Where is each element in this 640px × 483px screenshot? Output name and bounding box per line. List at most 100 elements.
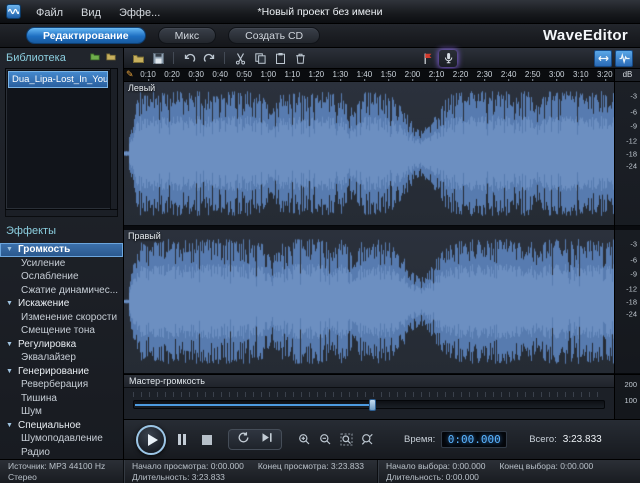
effects-tree-item[interactable]: ▼ Генерирование <box>0 365 123 379</box>
effects-tree-item[interactable]: Сжатие динамичес... <box>0 284 123 298</box>
db-scale-label: -6 <box>630 108 637 117</box>
timeline-ruler[interactable]: ✎ 0:100:200:300:400:501:001:101:201:301:… <box>124 69 614 82</box>
delete-button[interactable] <box>291 50 309 67</box>
tree-expand-icon: ▼ <box>6 341 14 348</box>
db-scale-left: -3-6-9-12-18-24 <box>615 82 640 226</box>
ruler-tick: 2:10 <box>429 70 445 82</box>
undo-button[interactable] <box>180 50 198 67</box>
time-display[interactable]: 0:00.000 <box>441 431 507 448</box>
stop-button[interactable] <box>198 431 216 449</box>
effects-tree-item[interactable]: Эквалайзер <box>0 351 123 365</box>
time-label: Время: <box>404 434 435 445</box>
effects-tree-label: Усиление <box>21 258 65 269</box>
marker-flag-button[interactable] <box>419 50 437 67</box>
save-button[interactable] <box>149 50 167 67</box>
library-horizontal-scrollbar[interactable] <box>5 210 118 217</box>
edit-marker-icon[interactable]: ✎ <box>126 69 134 80</box>
cut-icon <box>234 52 247 65</box>
fit-width-button[interactable] <box>594 50 612 67</box>
menu-item[interactable]: Вид <box>72 5 110 21</box>
effects-tree-item[interactable]: ▼ Громкость <box>0 243 123 257</box>
wave-view-button[interactable] <box>615 50 633 67</box>
waveform-right[interactable] <box>124 230 614 373</box>
effects-tree-label: Эквалайзер <box>21 352 76 363</box>
open-folder-icon[interactable] <box>105 51 117 65</box>
db-scale-label: -18 <box>626 297 637 306</box>
effects-tree-item[interactable]: Радио <box>0 446 123 460</box>
open-button[interactable] <box>129 50 147 67</box>
effects-tree-item[interactable]: Тишина <box>0 392 123 406</box>
effects-tree-item[interactable]: ▼ Регулировка <box>0 338 123 352</box>
library-list[interactable]: Dua_Lipa-Lost_In_Your... <box>5 68 118 210</box>
db-scale-label: -12 <box>626 136 637 145</box>
effects-tree-item[interactable]: Усиление <box>0 257 123 271</box>
effects-tree-label: Изменение скорости <box>21 312 117 323</box>
channel-right[interactable]: Правый <box>124 230 614 374</box>
master-scale: 200 100 <box>615 374 640 419</box>
ruler-tick: 0:40 <box>212 70 228 82</box>
menu-item[interactable]: Эффе... <box>110 5 169 21</box>
effects-tree-label: Генерирование <box>18 366 89 377</box>
menu-bar: ФайлВидЭффе... <box>27 3 169 21</box>
tab[interactable]: Создать CD <box>228 27 320 44</box>
zoom-out-icon <box>319 433 332 446</box>
effects-tree-label: Регулировка <box>18 339 76 350</box>
status-selection: Начало выбора: 0:00.000 Конец выбора: 0:… <box>378 460 640 483</box>
fit-width-icon <box>597 52 610 65</box>
app-icon <box>6 4 21 19</box>
master-volume-thumb[interactable] <box>369 399 376 411</box>
menu-item[interactable]: Файл <box>27 5 72 21</box>
effects-title: Эффекты <box>6 225 56 237</box>
mode-tabs: Редактирование Микс Создать CD <box>26 27 320 44</box>
paste-button[interactable] <box>271 50 289 67</box>
cut-button[interactable] <box>231 50 249 67</box>
redo-button[interactable] <box>200 50 218 67</box>
channel-left[interactable]: Левый <box>124 82 614 226</box>
zoom-controls <box>296 431 376 448</box>
editor-toolbar <box>124 48 640 69</box>
marker-flag-icon <box>422 52 435 65</box>
record-mic-button[interactable] <box>439 50 457 67</box>
effects-tree-item[interactable]: Шумоподавление <box>0 432 123 446</box>
waveform-left[interactable] <box>124 82 614 225</box>
loop-button[interactable] <box>237 431 250 449</box>
pause-button[interactable] <box>173 431 191 449</box>
effects-tree-item[interactable]: ▼ Искажение <box>0 297 123 311</box>
ruler-tick: 0:10 <box>140 70 156 82</box>
zoom-all-button[interactable] <box>359 431 376 448</box>
pause-icon <box>178 434 186 445</box>
save-icon <box>152 52 165 65</box>
zoom-in-button[interactable] <box>296 431 313 448</box>
ruler-tick: 2:40 <box>501 70 517 82</box>
library-item[interactable]: Dua_Lipa-Lost_In_Your... <box>8 71 108 88</box>
open-icon <box>132 52 145 65</box>
effects-tree-item[interactable]: Смещение тона <box>0 324 123 338</box>
paste-icon <box>274 52 287 65</box>
ruler-tick: 2:00 <box>405 70 421 82</box>
library-vertical-scrollbar[interactable] <box>110 69 117 209</box>
effects-tree-item[interactable]: Реверберация <box>0 378 123 392</box>
effects-header: Эффекты <box>0 221 123 241</box>
stop-icon <box>202 435 212 445</box>
tab[interactable]: Редактирование <box>26 27 146 44</box>
play-selection-button[interactable] <box>260 431 273 449</box>
effects-tree-item[interactable]: Шум <box>0 405 123 419</box>
import-media-icon[interactable] <box>89 51 101 65</box>
status-view-duration: Длительность: 3:23.833 <box>132 472 225 482</box>
effects-tree: ▼ Громкость Усиление Ослабление Сжатие д… <box>0 241 123 459</box>
effects-tree-item[interactable]: Изменение скорости <box>0 311 123 325</box>
status-source-channels: Стерео <box>8 472 37 482</box>
play-button[interactable] <box>136 425 166 455</box>
zoom-selection-button[interactable] <box>338 431 355 448</box>
effects-tree-item[interactable]: ▼ Специальное <box>0 419 123 433</box>
channel-right-label: Правый <box>128 231 161 241</box>
tab[interactable]: Микс <box>158 27 217 44</box>
master-volume-slider[interactable] <box>133 400 605 409</box>
tab-row: РедактированиеМиксСоздать CD WaveEditor <box>0 24 640 48</box>
master-volume-section: Мастер-громкость <box>124 374 614 419</box>
effects-tree-item[interactable]: Ослабление <box>0 270 123 284</box>
zoom-out-button[interactable] <box>317 431 334 448</box>
db-scale-label: -3 <box>630 92 637 101</box>
copy-button[interactable] <box>251 50 269 67</box>
db-unit-label: dB <box>615 69 640 82</box>
